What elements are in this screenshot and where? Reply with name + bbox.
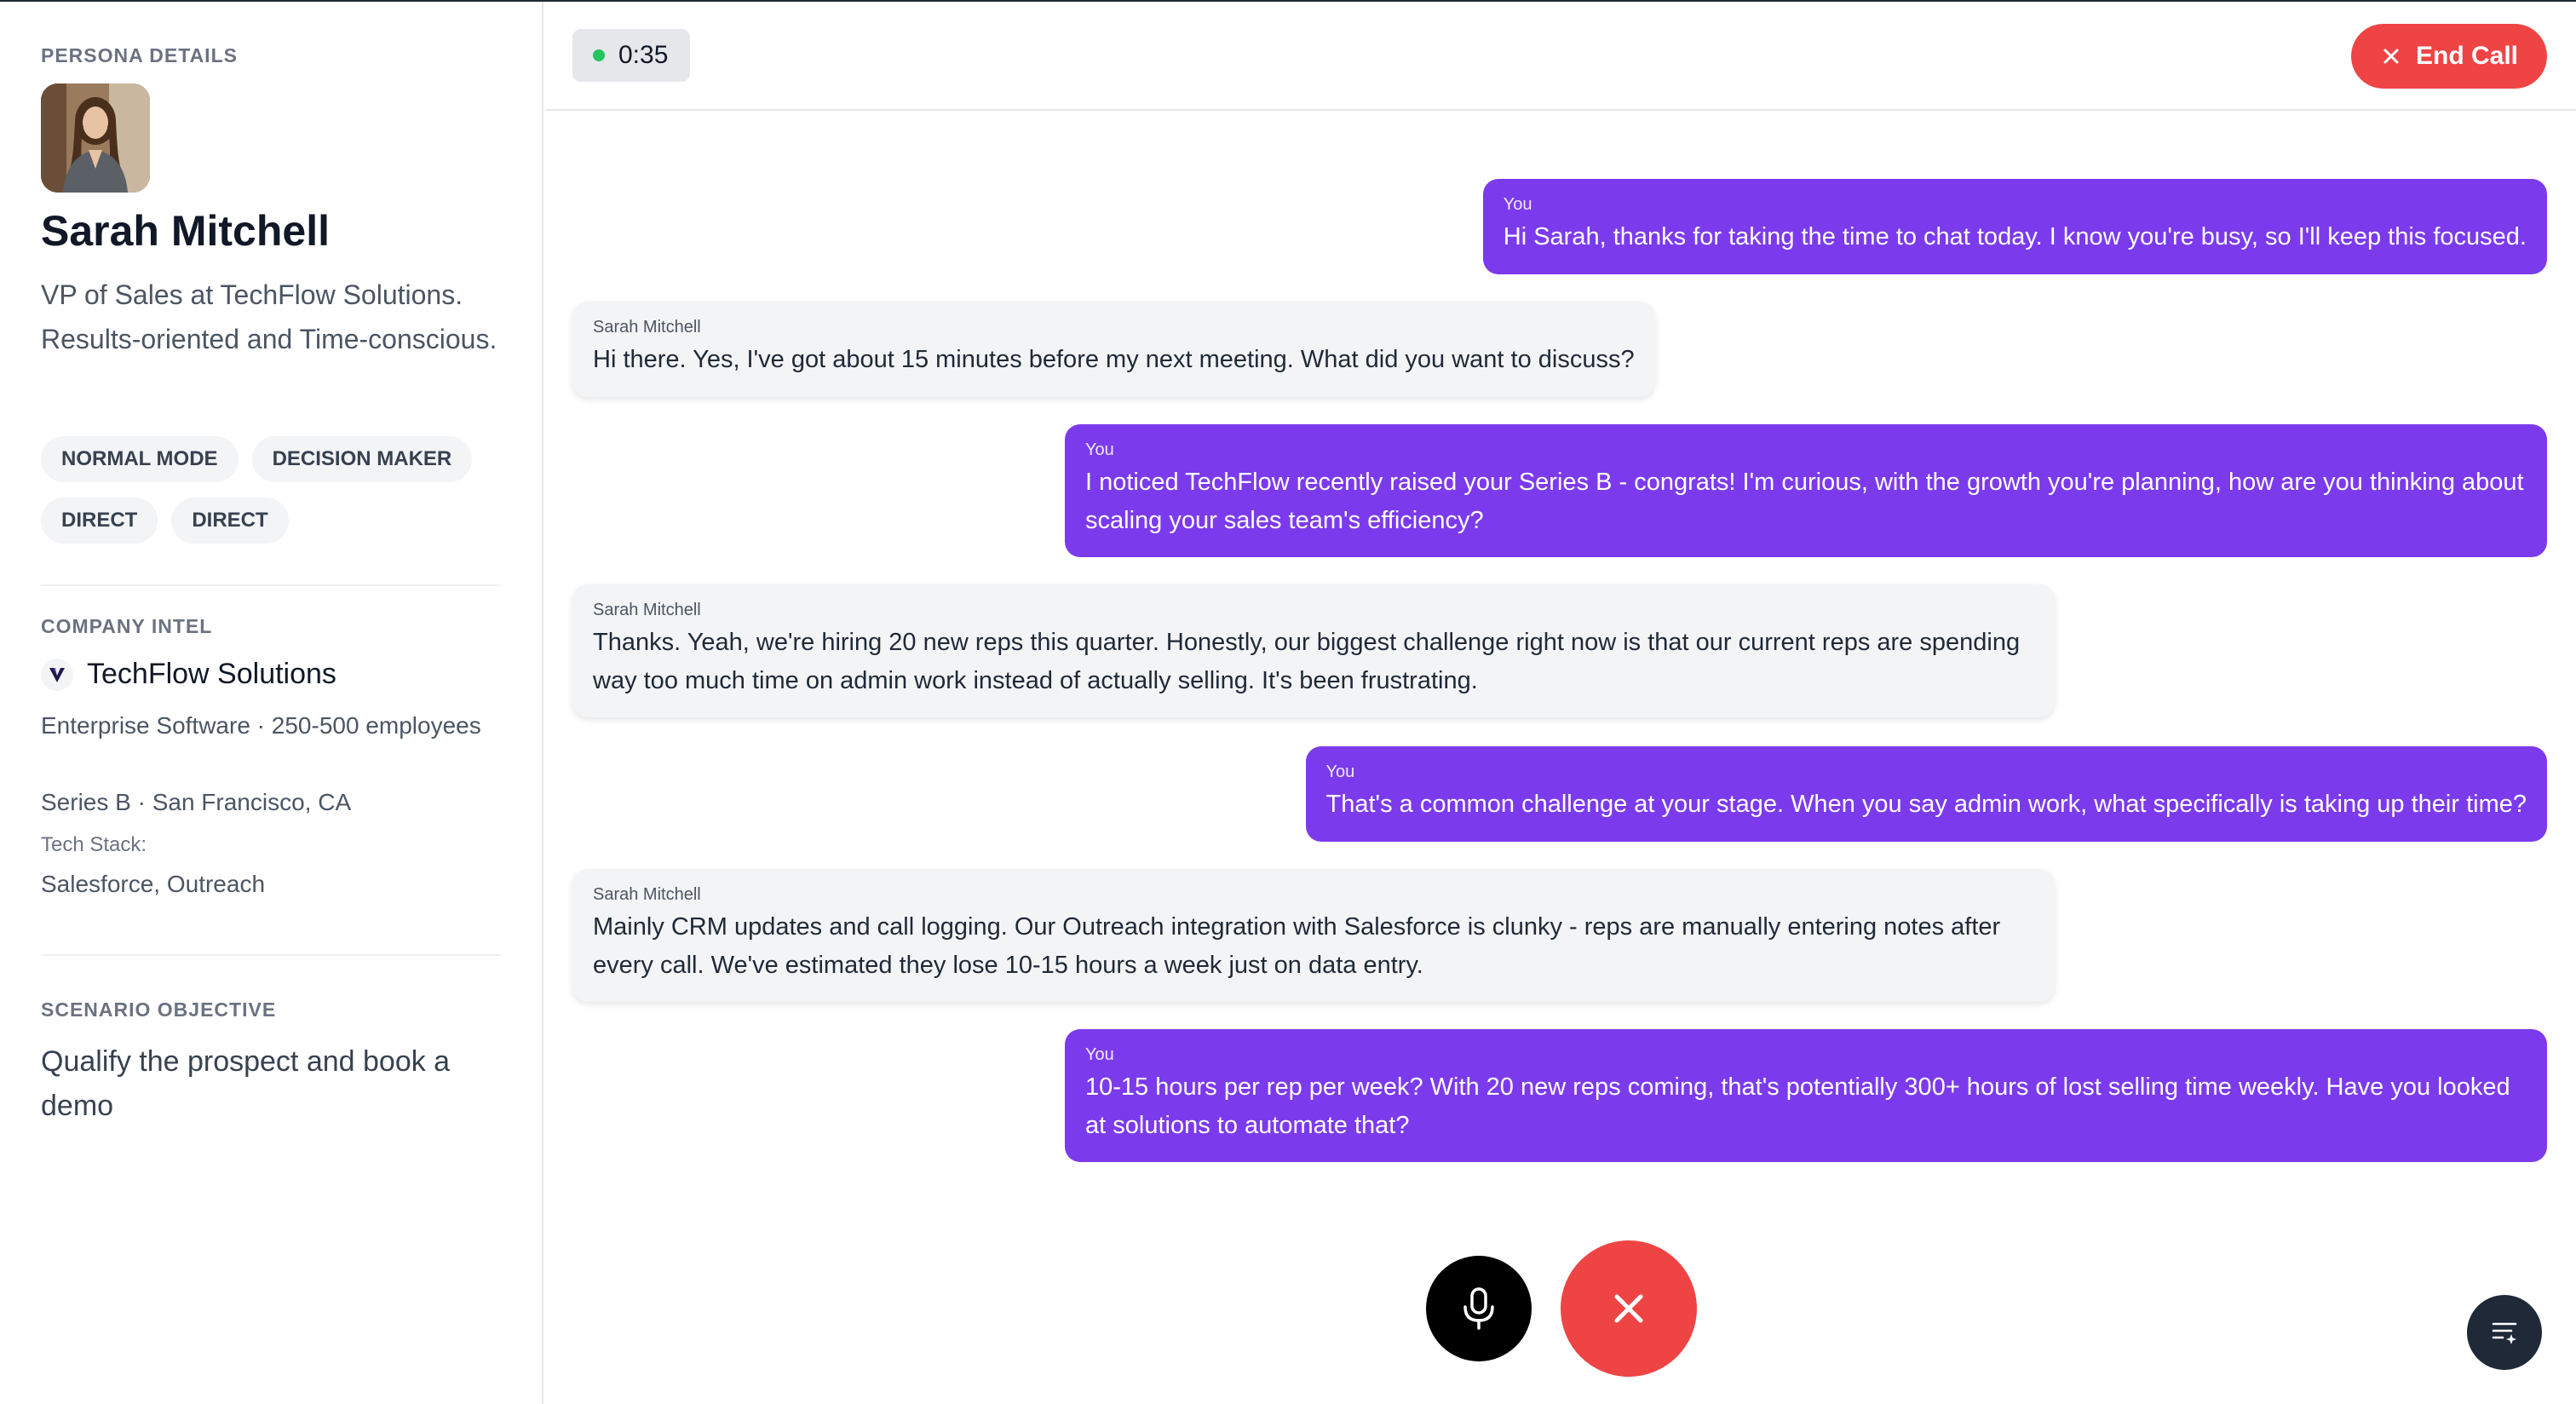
persona-avatar	[41, 83, 150, 193]
live-status-dot	[593, 49, 605, 61]
message-bubble-persona: Sarah Mitchell Hi there. Yes, I've got a…	[572, 302, 1655, 397]
v-logo-icon	[41, 658, 73, 691]
message-speaker: Sarah Mitchell	[593, 601, 701, 619]
persona-name: Sarah Mitchell	[41, 207, 330, 255]
scenario-objective: Qualify the prospect and book a demo	[41, 1045, 451, 1122]
message-text: I noticed TechFlow recently raised your …	[1085, 469, 2524, 534]
call-timer-value: 0:35	[618, 41, 669, 69]
call-header: 0:35 End Call	[545, 2, 2576, 111]
message-speaker: You	[1085, 1045, 1114, 1064]
message-bubble-you: You I noticed TechFlow recently raised y…	[1065, 424, 2547, 557]
transcript-icon	[2492, 1322, 2517, 1344]
company-header: TechFlow Solutions	[41, 658, 336, 691]
persona-description: VP of Sales at TechFlow Solutions. Resul…	[41, 279, 497, 354]
company-name: TechFlow Solutions	[87, 658, 336, 690]
message-text: Mainly CRM updates and call logging. Our…	[593, 913, 2001, 979]
scenario-objective-label: SCENARIO OBJECTIVE	[41, 998, 277, 1021]
message-bubble-persona: Sarah Mitchell Mainly CRM updates and ca…	[572, 869, 2055, 1002]
message-text: That's a common challenge at your stage.…	[1325, 791, 2527, 818]
persona-sidebar: PERSONA DETAILS Sarah Mitchell VP of Sal…	[0, 2, 543, 1404]
tag-direct-2: DIRECT	[171, 498, 289, 544]
message-speaker: Sarah Mitchell	[593, 318, 701, 337]
close-icon	[2383, 49, 2399, 64]
tag-normal-mode: NORMAL MODE	[41, 436, 239, 482]
microphone-button[interactable]	[1426, 1256, 1532, 1361]
message-bubble-you: You That's a common challenge at your st…	[1305, 746, 2547, 842]
tag-decision-maker: DECISION MAKER	[251, 436, 473, 482]
sidebar-divider	[41, 954, 501, 956]
message-bubble-persona: Sarah Mitchell Thanks. Yeah, we're hirin…	[572, 584, 2055, 717]
message-text: 10-15 hours per rep per week? With 20 ne…	[1085, 1073, 2510, 1139]
persona-tags: NORMAL MODE DECISION MAKER DIRECT DIRECT	[41, 436, 518, 544]
hangup-button[interactable]	[1561, 1240, 1697, 1377]
message-text: Hi there. Yes, I've got about 15 minutes…	[593, 346, 1635, 373]
message-speaker: Sarah Mitchell	[593, 885, 701, 904]
sidebar-divider	[41, 584, 501, 586]
company-intel-label: COMPANY INTEL	[41, 615, 213, 637]
message-bubble-you: You Hi Sarah, thanks for taking the time…	[1482, 179, 2547, 274]
company-funding: Series B · San Francisco, CA	[41, 789, 352, 815]
end-call-label: End Call	[2415, 42, 2518, 70]
transcript-button[interactable]	[2467, 1295, 2542, 1370]
message-text: Thanks. Yeah, we're hiring 20 new reps t…	[593, 629, 2021, 694]
tag-direct: DIRECT	[41, 498, 158, 544]
call-timer: 0:35	[572, 29, 691, 82]
tech-stack-value: Salesforce, Outreach	[41, 871, 266, 897]
close-icon	[1614, 1294, 1643, 1323]
persona-details-label: PERSONA DETAILS	[41, 44, 238, 66]
company-industry: Enterprise Software · 250-500 employees	[41, 712, 481, 739]
message-text: Hi Sarah, thanks for taking the time to …	[1503, 223, 2527, 250]
tech-stack-label: Tech Stack:	[41, 833, 147, 856]
message-speaker: You	[1085, 440, 1114, 459]
end-call-button[interactable]: End Call	[2350, 24, 2547, 89]
microphone-icon	[1463, 1287, 1494, 1330]
message-speaker: You	[1325, 762, 1355, 781]
message-speaker: You	[1503, 195, 1532, 214]
message-bubble-you: You 10-15 hours per rep per week? With 2…	[1065, 1029, 2547, 1162]
